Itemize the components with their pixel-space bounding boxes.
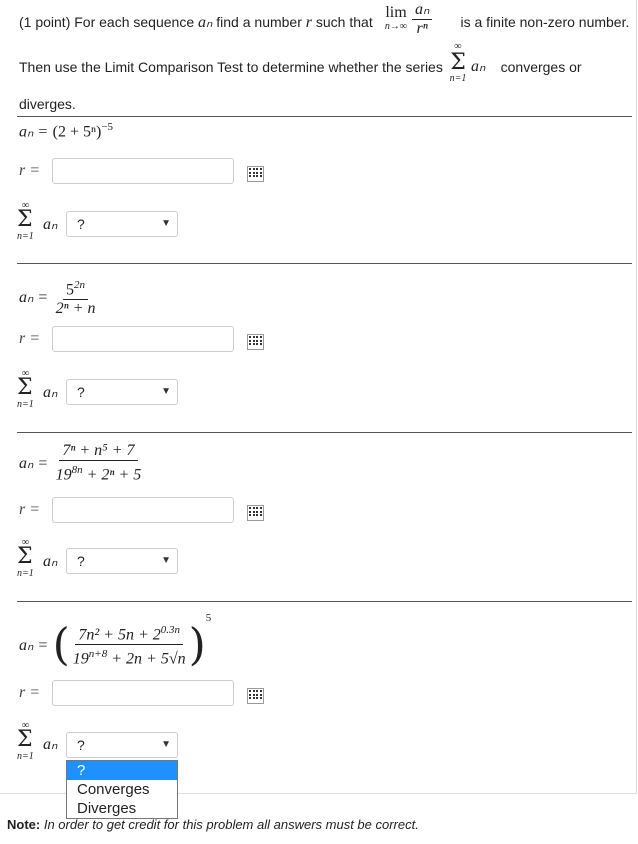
r-label: r =: [19, 330, 41, 347]
r-input-3[interactable]: [52, 497, 234, 523]
divider: [17, 263, 632, 264]
chevron-down-icon: ▼: [161, 555, 171, 566]
footer-note: Note: In order to get credit for this pr…: [7, 817, 419, 832]
points-label: (1 point): [19, 14, 71, 30]
series-label: ∞ Σ n=1 aₙ: [17, 720, 58, 762]
r-label: r =: [19, 684, 41, 701]
option-converges[interactable]: Converges: [67, 780, 177, 799]
sequence-4: aₙ = ( 7n² + 5n + 20.3n 19n+8 + 2n + 5√n…: [19, 612, 212, 671]
chevron-down-icon: ▼: [161, 739, 171, 750]
equation-editor-icon[interactable]: [247, 505, 264, 521]
equation-editor-icon[interactable]: [247, 334, 264, 350]
limit-fraction: aₙ rⁿ: [412, 1, 433, 38]
convergence-dropdown-list: ? Converges Diverges: [66, 760, 178, 819]
convergence-select-3[interactable]: ? ▼: [66, 548, 178, 574]
chevron-down-icon: ▼: [161, 218, 171, 229]
r-label: r =: [19, 162, 41, 179]
sequence-3: aₙ = 7ⁿ + n⁵ + 7 198n + 2ⁿ + 5: [19, 442, 142, 484]
r-input-1[interactable]: [52, 158, 234, 184]
divider: [17, 432, 632, 433]
r-label: r =: [19, 501, 41, 518]
chevron-down-icon: ▼: [161, 386, 171, 397]
series-sum: ∞ Σ n=1: [449, 41, 467, 84]
divider: [17, 601, 632, 602]
limit-operator: lim n→∞: [384, 4, 408, 32]
equation-editor-icon[interactable]: [247, 166, 264, 182]
option-diverges[interactable]: Diverges: [67, 799, 177, 818]
r-input-4[interactable]: [52, 680, 234, 706]
sequence-2: aₙ = 52n 2ⁿ + n: [19, 276, 98, 318]
r-input-2[interactable]: [52, 326, 234, 352]
equation-editor-icon[interactable]: [247, 688, 264, 704]
convergence-select-2[interactable]: ? ▼: [66, 379, 178, 405]
series-label: ∞ Σ n=1 aₙ: [17, 368, 58, 410]
convergence-select-1[interactable]: ? ▼: [66, 211, 178, 237]
series-label: ∞ Σ n=1 aₙ: [17, 200, 58, 242]
series-label: ∞ Σ n=1 aₙ: [17, 537, 58, 579]
sequence-1: aₙ = (2 + 5ⁿ)−5: [19, 121, 114, 141]
option-blank[interactable]: ?: [67, 761, 177, 780]
convergence-select-4[interactable]: ? ▼: [66, 732, 178, 758]
divider: [17, 116, 632, 117]
